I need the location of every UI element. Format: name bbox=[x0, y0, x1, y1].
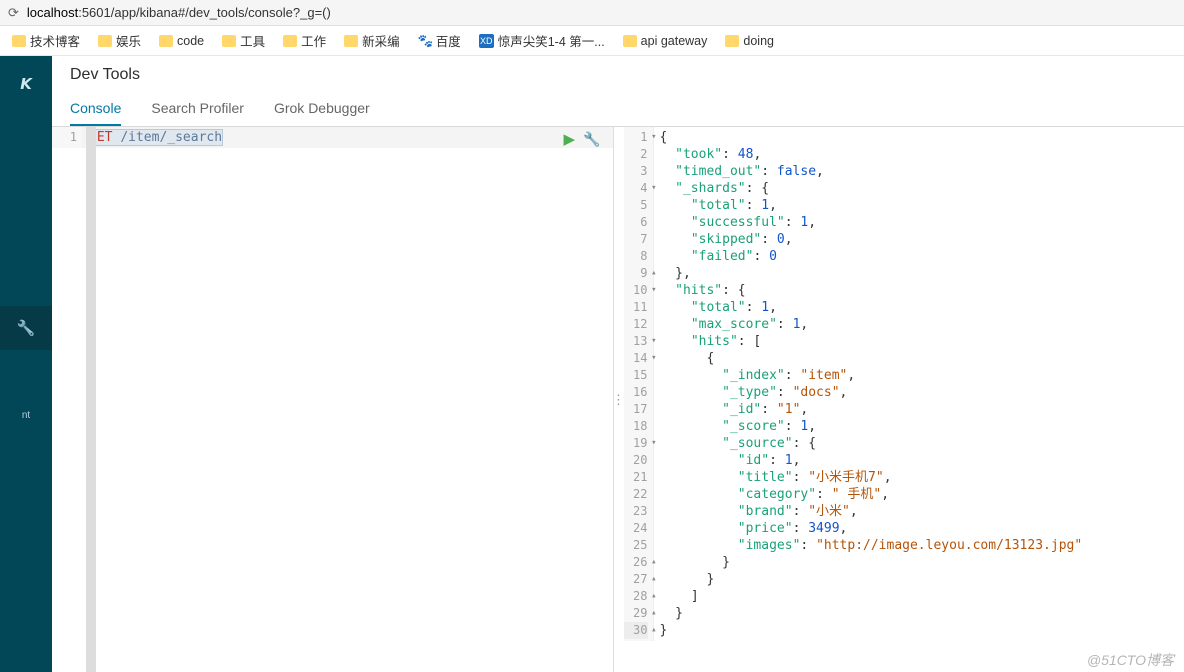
bookmark-item[interactable]: code bbox=[159, 34, 204, 48]
request-code[interactable]: GET /item/_search bbox=[82, 127, 613, 148]
folder-icon bbox=[344, 35, 358, 47]
request-editor-pane[interactable]: 1 GET /item/_search ▶ 🔧 bbox=[52, 127, 614, 672]
folder-icon bbox=[12, 35, 26, 47]
fold-icon[interactable]: ▴ bbox=[651, 605, 656, 622]
fold-icon[interactable]: ▾ bbox=[651, 350, 656, 367]
bookmark-label: 工作 bbox=[301, 31, 326, 50]
line-number: 12 bbox=[624, 316, 648, 333]
folder-icon bbox=[623, 35, 637, 47]
line-number: 30▴ bbox=[624, 622, 648, 639]
nav-item[interactable]: 𝙆 bbox=[0, 62, 52, 106]
line-number: 5 bbox=[624, 197, 648, 214]
pane-splitter[interactable]: ⋮ bbox=[614, 127, 624, 672]
line-number: 26▴ bbox=[624, 554, 648, 571]
tabs: Console Search Profiler Grok Debugger bbox=[52, 90, 1184, 127]
bookmark-label: 新采编 bbox=[362, 31, 400, 50]
bookmark-label: 娱乐 bbox=[116, 31, 141, 50]
line-number: 23 bbox=[624, 503, 648, 520]
line-number: 25 bbox=[624, 537, 648, 554]
bookmark-label: 百度 bbox=[436, 31, 461, 50]
folder-icon bbox=[283, 35, 297, 47]
tab-search-profiler[interactable]: Search Profiler bbox=[151, 90, 244, 126]
site-icon: XD bbox=[479, 34, 494, 48]
bookmark-label: 工具 bbox=[240, 31, 265, 50]
line-number: 1 bbox=[52, 129, 77, 146]
line-number: 24 bbox=[624, 520, 648, 537]
line-number: 19▾ bbox=[624, 435, 648, 452]
bookmark-item[interactable]: api gateway bbox=[623, 34, 708, 48]
bookmark-label: api gateway bbox=[641, 34, 708, 48]
fold-icon[interactable]: ▾ bbox=[651, 129, 656, 146]
line-number: 18 bbox=[624, 418, 648, 435]
response-pane[interactable]: 1▾234▾56789▴10▾111213▾14▾1516171819▾2021… bbox=[624, 127, 1184, 672]
bookmark-item[interactable]: 工具 bbox=[222, 31, 265, 50]
run-icon[interactable]: ▶ bbox=[564, 130, 576, 148]
fold-icon[interactable]: ▾ bbox=[651, 282, 656, 299]
settings-icon[interactable]: 🔧 bbox=[583, 131, 600, 148]
bookmark-item[interactable]: 技术博客 bbox=[12, 31, 80, 50]
line-number: 17 bbox=[624, 401, 648, 418]
bookmark-item[interactable]: XD 惊声尖笑1-4 第一... bbox=[479, 31, 605, 50]
fold-icon[interactable]: ▾ bbox=[651, 435, 656, 452]
line-number: 22 bbox=[624, 486, 648, 503]
folder-icon bbox=[159, 35, 173, 47]
request-scrollbar[interactable] bbox=[86, 127, 96, 672]
line-number: 2 bbox=[624, 146, 648, 163]
bookmark-label: 惊声尖笑1-4 第一... bbox=[498, 31, 605, 50]
baidu-icon: 🐾 bbox=[418, 34, 432, 48]
bookmark-item[interactable]: 娱乐 bbox=[98, 31, 141, 50]
fold-icon[interactable]: ▴ bbox=[651, 265, 656, 282]
fold-icon[interactable]: ▴ bbox=[651, 571, 656, 588]
line-number: 7 bbox=[624, 231, 648, 248]
line-number: 29▴ bbox=[624, 605, 648, 622]
fold-icon[interactable]: ▴ bbox=[651, 554, 656, 571]
bookmark-label: doing bbox=[743, 34, 774, 48]
bookmarks-bar: 技术博客 娱乐 code 工具 工作 新采编 🐾 百度 XD 惊声尖笑1-4 第一... api g… bbox=[0, 26, 1184, 56]
nav-label: nt bbox=[22, 410, 30, 421]
fold-icon[interactable]: ▴ bbox=[651, 622, 656, 639]
folder-icon bbox=[725, 35, 739, 47]
line-number: 1▾ bbox=[624, 129, 648, 146]
folder-icon bbox=[222, 35, 236, 47]
nav-item-active[interactable]: 🔧 bbox=[0, 306, 52, 350]
bookmark-item[interactable]: 新采编 bbox=[344, 31, 400, 50]
line-number: 15 bbox=[624, 367, 648, 384]
line-number: 21 bbox=[624, 469, 648, 486]
line-number: 8 bbox=[624, 248, 648, 265]
line-number: 10▾ bbox=[624, 282, 648, 299]
line-number: 9▴ bbox=[624, 265, 648, 282]
watermark: @51CTO博客 bbox=[1087, 650, 1174, 670]
line-number: 14▾ bbox=[624, 350, 648, 367]
bookmark-item[interactable]: 工作 bbox=[283, 31, 326, 50]
line-number: 3 bbox=[624, 163, 648, 180]
fold-icon[interactable]: ▾ bbox=[651, 180, 656, 197]
bookmark-label: 技术博客 bbox=[30, 31, 80, 50]
kibana-logo-icon: 𝙆 bbox=[20, 75, 32, 93]
bookmark-label: code bbox=[177, 34, 204, 48]
kibana-sidebar: 𝙆 🔧 nt bbox=[0, 56, 52, 672]
tab-grok-debugger[interactable]: Grok Debugger bbox=[274, 90, 370, 126]
line-number: 20 bbox=[624, 452, 648, 469]
reload-icon[interactable]: ⟳ bbox=[8, 5, 19, 21]
line-number: 11 bbox=[624, 299, 648, 316]
line-number: 16 bbox=[624, 384, 648, 401]
bookmark-item[interactable]: 🐾 百度 bbox=[418, 31, 461, 50]
response-code: { "took": 48, "timed_out": false, "_shar… bbox=[654, 127, 1184, 641]
line-number: 28▴ bbox=[624, 588, 648, 605]
address-bar[interactable]: ⟳ localhost:5601/app/kibana#/dev_tools/c… bbox=[0, 0, 1184, 26]
line-number: 13▾ bbox=[624, 333, 648, 350]
line-number: 4▾ bbox=[624, 180, 648, 197]
tab-console[interactable]: Console bbox=[70, 90, 121, 126]
fold-icon[interactable]: ▴ bbox=[651, 588, 656, 605]
wrench-icon: 🔧 bbox=[17, 319, 36, 337]
line-number: 27▴ bbox=[624, 571, 648, 588]
bookmark-item[interactable]: doing bbox=[725, 34, 774, 48]
fold-icon[interactable]: ▾ bbox=[651, 333, 656, 350]
line-number: 6 bbox=[624, 214, 648, 231]
folder-icon bbox=[98, 35, 112, 47]
url-text[interactable]: localhost:5601/app/kibana#/dev_tools/con… bbox=[27, 5, 331, 20]
page-title: Dev Tools bbox=[52, 56, 1184, 90]
